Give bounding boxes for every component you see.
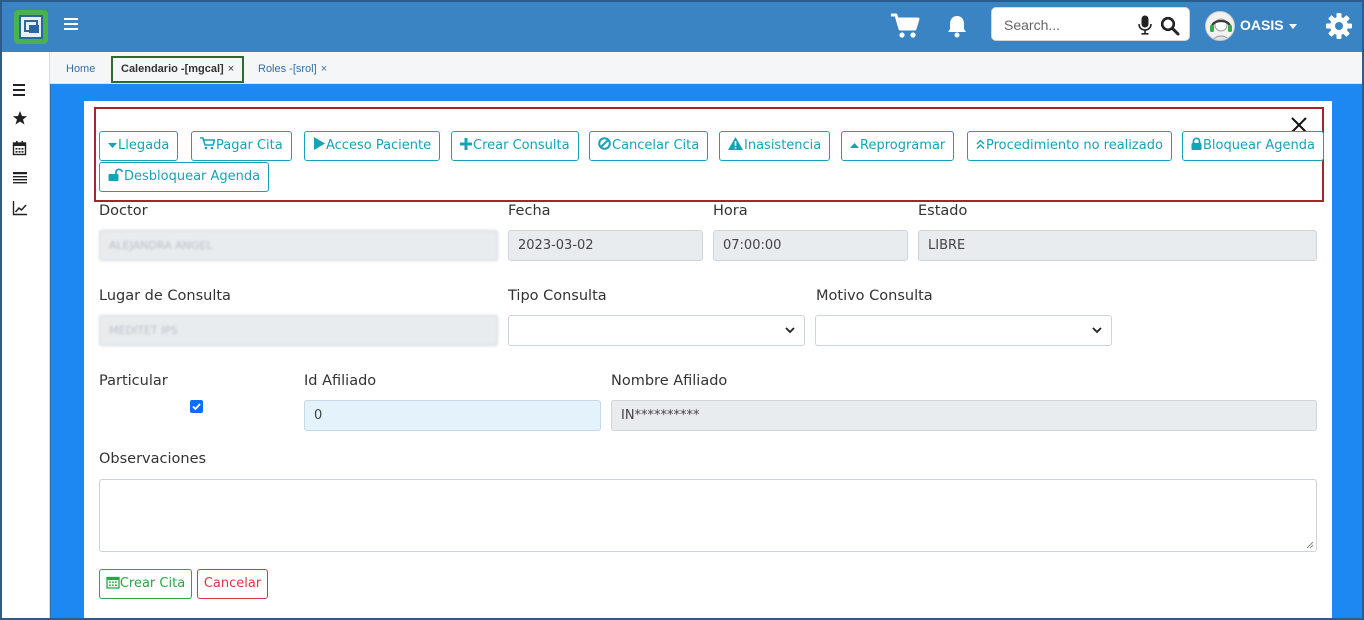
- tab-bar: Home Calendario -[mgcal] × Roles -[srol] ×: [50, 52, 1362, 84]
- cancelar-button[interactable]: Cancelar: [197, 569, 268, 599]
- tipo-consulta-select[interactable]: [508, 315, 805, 346]
- observaciones-label: Observaciones: [99, 451, 207, 467]
- gear-icon[interactable]: [1325, 12, 1353, 40]
- pagar-cita-button[interactable]: Pagar Cita: [191, 131, 292, 161]
- ban-icon: [598, 137, 611, 150]
- button-label: Inasistencia: [744, 138, 822, 153]
- user-name[interactable]: OASIS: [1240, 17, 1284, 33]
- list-icon[interactable]: [12, 82, 28, 98]
- button-label: Desbloquear Agenda: [124, 169, 261, 184]
- close-icon[interactable]: ×: [321, 63, 327, 75]
- acceso-paciente-button[interactable]: Acceso Paciente: [304, 131, 441, 161]
- hora-label: Hora: [713, 203, 748, 219]
- button-label: Crear Cita: [119, 576, 186, 591]
- close-icon[interactable]: ×: [228, 63, 234, 75]
- caret-up-icon: [850, 143, 859, 148]
- bell-icon[interactable]: [946, 14, 968, 38]
- motivo-consulta-label: Motivo Consulta: [816, 288, 933, 304]
- procedimiento-no-realizado-button[interactable]: Procedimiento no realizado: [967, 131, 1172, 161]
- menu-icon[interactable]: [64, 18, 78, 32]
- bloquear-agenda-button[interactable]: Bloquear Agenda: [1182, 131, 1325, 161]
- tab-calendario[interactable]: Calendario -[mgcal] ×: [111, 56, 245, 83]
- search-box: [991, 7, 1190, 41]
- lock-icon: [1191, 137, 1202, 150]
- cart-icon[interactable]: [890, 12, 920, 40]
- calendar-icon[interactable]: [12, 140, 28, 156]
- nombre-afiliado-label: Nombre Afiliado: [611, 373, 728, 389]
- motivo-consulta-select[interactable]: [815, 315, 1112, 346]
- observaciones-textarea[interactable]: [99, 479, 1317, 552]
- inasistencia-button[interactable]: Inasistencia: [719, 131, 831, 161]
- calendar-icon: [106, 576, 120, 589]
- nombre-afiliado-field: IN**********: [611, 400, 1317, 431]
- button-label: Cancelar: [203, 576, 262, 591]
- warning-icon: [728, 137, 743, 150]
- headset-icon: [1210, 18, 1232, 40]
- chevron-down-icon: [1092, 327, 1102, 334]
- search-input[interactable]: [1004, 15, 1134, 35]
- tab-roles[interactable]: Roles -[srol] ×: [258, 56, 327, 83]
- left-sidebar: [2, 52, 50, 618]
- tab-label: Home: [66, 63, 96, 75]
- estado-field: LIBRE: [918, 230, 1317, 261]
- cancelar-cita-button[interactable]: Cancelar Cita: [589, 131, 709, 161]
- app-logo[interactable]: [14, 10, 48, 44]
- hora-field: 07:00:00: [713, 230, 908, 261]
- button-label: Bloquear Agenda: [1203, 138, 1316, 153]
- desbloquear-agenda-button[interactable]: Desbloquear Agenda: [99, 162, 270, 192]
- chart-icon[interactable]: [12, 200, 28, 216]
- particular-label: Particular: [99, 373, 168, 389]
- crear-cita-button[interactable]: Crear Cita: [99, 569, 192, 599]
- button-label: Llegada: [118, 138, 170, 153]
- avatar[interactable]: [1205, 11, 1235, 41]
- tipo-consulta-label: Tipo Consulta: [508, 288, 607, 304]
- chevron-down-icon[interactable]: [1289, 24, 1297, 29]
- unlock-icon: [108, 168, 123, 181]
- lugar-consulta-label: Lugar de Consulta: [99, 288, 231, 304]
- doctor-label: Doctor: [99, 203, 148, 219]
- button-label: Acceso Paciente: [326, 138, 432, 153]
- fecha-field: 2023-03-02: [508, 230, 703, 261]
- estado-label: Estado: [918, 203, 968, 219]
- id-afiliado-input[interactable]: 0: [304, 400, 601, 431]
- tab-label: Roles -[srol]: [258, 63, 317, 75]
- button-label: Procedimiento no realizado: [986, 138, 1163, 153]
- play-icon: [314, 137, 325, 150]
- id-afiliado-label: Id Afiliado: [304, 373, 377, 389]
- double-chevron-up-icon: [976, 139, 985, 149]
- table-icon[interactable]: [12, 170, 28, 186]
- crear-consulta-button[interactable]: Crear Consulta: [451, 131, 579, 161]
- resize-handle-icon[interactable]: [1306, 541, 1314, 549]
- chevron-down-icon: [785, 327, 795, 334]
- check-icon: [192, 403, 201, 411]
- doctor-field: ALEJANDRA ANGEL: [99, 230, 498, 261]
- star-icon[interactable]: [12, 110, 28, 126]
- plus-icon: [460, 138, 472, 150]
- cart-icon: [200, 137, 215, 150]
- particular-checkbox[interactable]: [190, 400, 203, 413]
- button-label: Crear Consulta: [473, 138, 570, 153]
- mic-icon[interactable]: [1138, 15, 1152, 35]
- tab-label: Calendario -[mgcal]: [121, 63, 224, 75]
- llegada-button[interactable]: Llegada: [99, 131, 179, 161]
- button-label: Reprogramar: [860, 138, 946, 153]
- tab-home[interactable]: Home: [66, 56, 95, 83]
- button-label: Pagar Cita: [216, 138, 283, 153]
- button-label: Cancelar Cita: [612, 138, 700, 153]
- reprogramar-button[interactable]: Reprogramar: [841, 131, 955, 161]
- top-navbar: OASIS: [0, 0, 1364, 52]
- caret-down-icon: [108, 143, 117, 148]
- fecha-label: Fecha: [508, 203, 551, 219]
- search-icon[interactable]: [1160, 16, 1180, 36]
- lugar-consulta-field: MEDITET IPS: [99, 315, 498, 346]
